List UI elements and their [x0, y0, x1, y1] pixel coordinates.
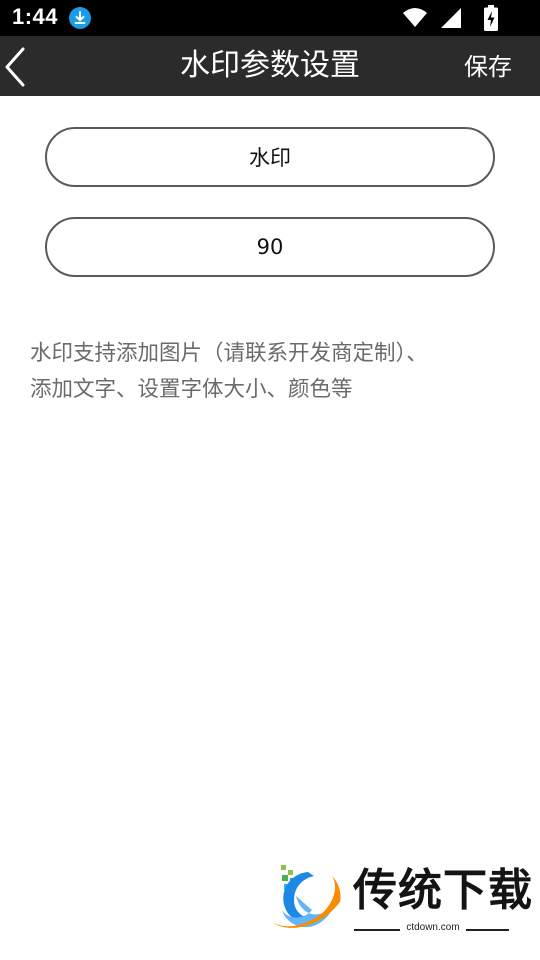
watermark-divider-left — [354, 929, 400, 931]
ctdown-logo-icon — [272, 865, 341, 928]
watermark-text-input[interactable] — [67, 144, 473, 170]
watermark-rotation-input[interactable] — [67, 234, 473, 260]
watermark-brand: 传统下载 — [353, 865, 533, 916]
status-bar: 1:44 — [0, 0, 540, 36]
hint-text: 水印支持添加图片（请联系开发商定制）、 添加文字、设置字体大小、颜色等 — [30, 336, 520, 408]
hint-line-2: 添加文字、设置字体大小、颜色等 — [30, 377, 353, 402]
cell-signal-icon — [441, 8, 461, 28]
watermark-url: ctdown.com — [406, 922, 460, 933]
hint-line-1: 水印支持添加图片（请联系开发商定制）、 — [30, 341, 428, 366]
watermark-text-field[interactable] — [45, 127, 495, 187]
watermark-rotation-field[interactable] — [45, 217, 495, 277]
page-title: 水印参数设置 — [180, 48, 360, 83]
status-time: 1:44 — [12, 4, 59, 29]
battery-charging-icon — [484, 5, 498, 31]
save-button[interactable]: 保存 — [464, 36, 512, 96]
download-badge-icon — [69, 7, 91, 29]
app-bar: 水印参数设置 保存 — [0, 36, 540, 96]
watermark-divider-right — [466, 929, 509, 931]
wifi-icon — [403, 8, 427, 27]
